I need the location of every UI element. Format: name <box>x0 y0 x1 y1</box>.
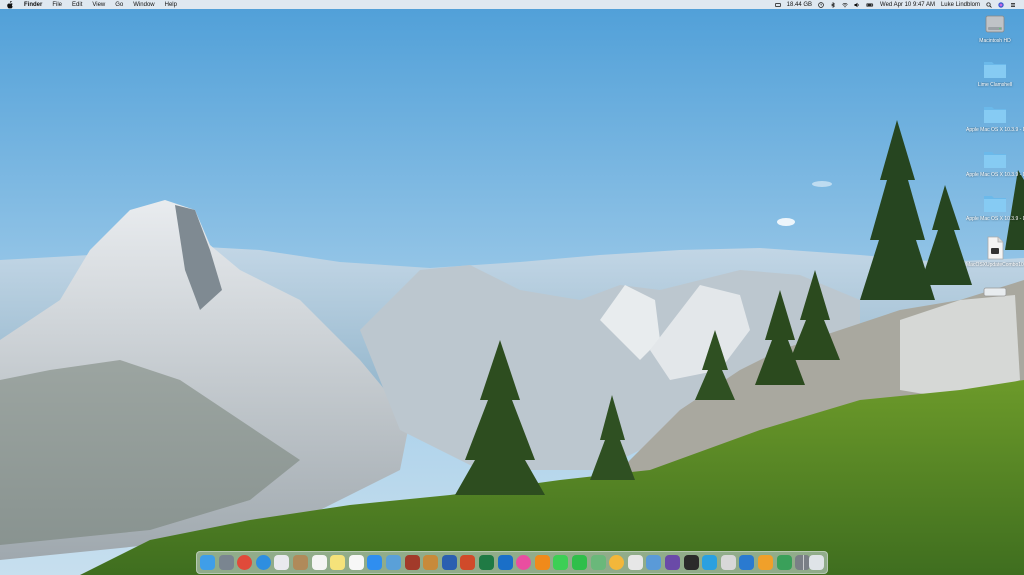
datetime-text[interactable]: Wed Apr 10 9:47 AM <box>880 2 935 8</box>
bluetooth-icon[interactable] <box>830 1 836 8</box>
desktop-item-folder[interactable]: Apple Mac OS X 10.3.9 - Disk <box>966 148 1024 178</box>
dmg-file-icon <box>987 236 1004 260</box>
chrome-icon[interactable] <box>237 555 253 570</box>
folder-icon <box>984 152 1006 168</box>
finder-icon[interactable] <box>200 555 215 570</box>
textedit-icon[interactable] <box>627 555 643 570</box>
notification-center-icon[interactable] <box>1010 2 1016 8</box>
desktop-item-label: Apple Mac OS X 10.3.9 - Disk <box>966 216 1024 222</box>
itunes-icon[interactable] <box>516 555 532 570</box>
wifi-icon[interactable] <box>842 2 848 8</box>
folder-icon <box>984 196 1006 212</box>
desktop-item-label: MacOSXUpdateCombo10.3.9.dmg <box>966 262 1024 268</box>
menu-go[interactable]: Go <box>115 2 123 8</box>
desktop-item-folder[interactable]: Lime Clamshell <box>966 58 1024 88</box>
photo-booth-icon[interactable] <box>404 555 420 570</box>
folder-icon <box>984 62 1006 78</box>
messages-icon[interactable] <box>553 555 569 570</box>
menu-app-name[interactable]: Finder <box>24 2 42 8</box>
battery-icon[interactable] <box>866 2 874 8</box>
drive-icon <box>983 287 1007 297</box>
trash-icon[interactable] <box>809 555 824 570</box>
dock-separator <box>803 555 804 570</box>
desktop-item-macintosh-hd[interactable]: Macintosh HD <box>966 12 1024 44</box>
excel-icon[interactable] <box>479 555 494 570</box>
storage-icon[interactable] <box>774 2 781 8</box>
desktop-item-label: Apple Mac OS X 10.3.9 - Disk 1 <box>966 127 1024 133</box>
desktop-item-label: Macintosh HD <box>979 38 1011 44</box>
mail-icon[interactable] <box>274 555 290 570</box>
contacts-icon[interactable] <box>293 555 308 570</box>
script-editor-icon[interactable] <box>720 555 736 570</box>
menu-help[interactable]: Help <box>165 2 177 8</box>
menu-edit[interactable]: Edit <box>72 2 82 8</box>
folder-icon <box>984 107 1006 123</box>
desktop-item-drive[interactable] <box>966 286 1024 298</box>
siri-icon[interactable] <box>998 1 1004 8</box>
outlook-icon[interactable] <box>497 555 513 570</box>
menu-bar: Finder File Edit View Go Window Help 18.… <box>0 0 1024 9</box>
hard-drive-icon <box>985 15 1005 33</box>
spotlight-icon[interactable] <box>986 1 992 8</box>
screen-sharing-icon[interactable] <box>776 555 792 570</box>
vlc-icon[interactable] <box>534 555 550 570</box>
disk-free-text: 18.44 GB <box>786 1 813 8</box>
pixelmator-icon[interactable] <box>646 555 662 570</box>
app-store-icon[interactable] <box>367 555 383 570</box>
dock <box>196 551 828 574</box>
desktop-item-folder[interactable]: Apple Mac OS X 10.3.9 - Disk 1 <box>966 103 1024 133</box>
word-icon[interactable] <box>441 555 457 570</box>
facetime-icon[interactable] <box>572 555 587 570</box>
user-name-text[interactable]: Luke Lindblom <box>941 2 980 8</box>
launchpad-icon[interactable] <box>218 555 234 570</box>
desktop-wallpaper <box>0 0 1024 575</box>
clock-icon[interactable] <box>818 1 824 8</box>
system-info-icon[interactable] <box>739 555 755 570</box>
apple-logo-icon[interactable] <box>6 0 14 9</box>
menu-view[interactable]: View <box>92 2 105 8</box>
powerpoint-icon[interactable] <box>460 555 476 570</box>
skype-icon[interactable] <box>702 555 718 570</box>
terminal-icon[interactable] <box>683 555 699 570</box>
imovie-icon[interactable] <box>665 555 680 570</box>
ibooks-icon[interactable] <box>758 555 773 570</box>
photos-icon[interactable] <box>609 555 625 570</box>
desktop-item-dmg[interactable]: MacOSXUpdateCombo10.3.9.dmg <box>966 236 1024 268</box>
safari-icon[interactable] <box>255 555 271 570</box>
desktop-item-folder[interactable]: Apple Mac OS X 10.3.9 - Disk <box>966 192 1024 222</box>
desktop-item-label: Lime Clamshell <box>977 82 1013 88</box>
menu-window[interactable]: Window <box>133 2 154 8</box>
books-icon[interactable] <box>423 555 439 570</box>
notes-icon[interactable] <box>330 555 346 570</box>
desktop-item-label: Apple Mac OS X 10.3.9 - Disk <box>966 172 1024 178</box>
maps-icon[interactable] <box>590 555 606 570</box>
volume-icon[interactable] <box>854 2 860 8</box>
menu-file[interactable]: File <box>52 2 62 8</box>
preview-icon[interactable] <box>386 555 401 570</box>
calendar-icon[interactable] <box>311 555 327 570</box>
reminders-icon[interactable] <box>348 555 364 570</box>
